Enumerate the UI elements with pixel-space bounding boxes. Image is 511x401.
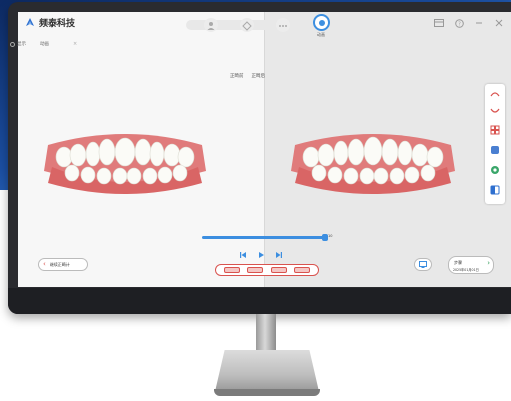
- logo-icon: [26, 17, 34, 26]
- stage-bite-button[interactable]: [294, 267, 311, 273]
- radio-icon: [10, 41, 15, 47]
- monitor-stand-base-edge: [214, 389, 320, 396]
- occlusion-icon[interactable]: [489, 164, 501, 176]
- stage-both-button[interactable]: [270, 267, 287, 273]
- play-icon[interactable]: [257, 251, 265, 259]
- stage-lower-button[interactable]: [247, 267, 264, 273]
- compare-labels: 正畸前 正畸后: [230, 73, 265, 79]
- brand-name: 频泰科技: [39, 19, 76, 29]
- grid-icon[interactable]: [489, 124, 501, 136]
- teeth-model-before[interactable]: [42, 127, 208, 197]
- next-step-button[interactable]: 步骤 2025年01月01日 ›: [448, 256, 494, 274]
- diamond-icon: [242, 21, 252, 31]
- person-icon: [207, 22, 215, 30]
- mode-switch: 动画: [186, 14, 334, 37]
- next-step-label: 步骤: [454, 260, 462, 265]
- mode-label: 动画: [317, 32, 325, 37]
- back-button-label: 继续正畸计: [49, 261, 70, 267]
- minimize-icon[interactable]: [473, 18, 485, 28]
- tooth-icon[interactable]: [489, 144, 501, 156]
- collapse-icon[interactable]: ×: [73, 41, 77, 47]
- svg-text:?: ?: [458, 21, 461, 27]
- playback-controls: [239, 251, 283, 259]
- animation-icon: [318, 19, 325, 26]
- mode-button-view[interactable]: [240, 18, 254, 32]
- skip-back-icon[interactable]: [239, 251, 247, 259]
- monitor-icon: [419, 261, 427, 268]
- window-controls: ?: [433, 18, 505, 28]
- after-label: 正畸后: [251, 74, 266, 79]
- display-option-label: 显示: [17, 42, 26, 47]
- back-button[interactable]: ‹ 继续正畸计: [38, 258, 88, 271]
- mode-button-person[interactable]: [204, 18, 218, 32]
- viewport-divider[interactable]: [264, 12, 265, 287]
- brand-logo: 频泰科技: [24, 16, 75, 29]
- next-step-sublabel: 2025年01月01日: [453, 268, 479, 272]
- animation-option-label: 动画: [40, 42, 49, 47]
- chevron-left-icon: ‹: [43, 260, 46, 268]
- stage-timeline[interactable]: [202, 234, 328, 241]
- monitor-stand-neck: [256, 314, 276, 356]
- display-option[interactable]: 显示: [10, 41, 26, 47]
- stage-selector: [215, 264, 319, 276]
- chevron-right-icon: ›: [487, 259, 490, 267]
- monitor-chin: [8, 288, 511, 314]
- help-icon[interactable]: ?: [453, 18, 465, 28]
- skip-forward-icon[interactable]: [275, 251, 283, 259]
- before-label: 正畸前: [230, 74, 244, 79]
- stage-upper-button[interactable]: [223, 267, 240, 273]
- animation-option[interactable]: 动画: [40, 41, 49, 47]
- lower-jaw-icon[interactable]: [489, 105, 501, 117]
- timeline-end-label: 10: [328, 234, 333, 238]
- dots-icon: [279, 25, 287, 27]
- mode-button-compare[interactable]: [276, 18, 290, 32]
- upper-jaw-icon[interactable]: [489, 88, 501, 100]
- split-view-icon[interactable]: [489, 184, 501, 196]
- view-tool-strip: [485, 84, 505, 204]
- teeth-model-after[interactable]: [289, 127, 457, 197]
- mode-button-animation[interactable]: [313, 14, 330, 31]
- screenshot-button[interactable]: [414, 258, 432, 271]
- display-toolbar: 显示 动画 ×: [10, 38, 108, 50]
- close-icon[interactable]: [493, 18, 505, 28]
- layout-icon[interactable]: [433, 18, 445, 28]
